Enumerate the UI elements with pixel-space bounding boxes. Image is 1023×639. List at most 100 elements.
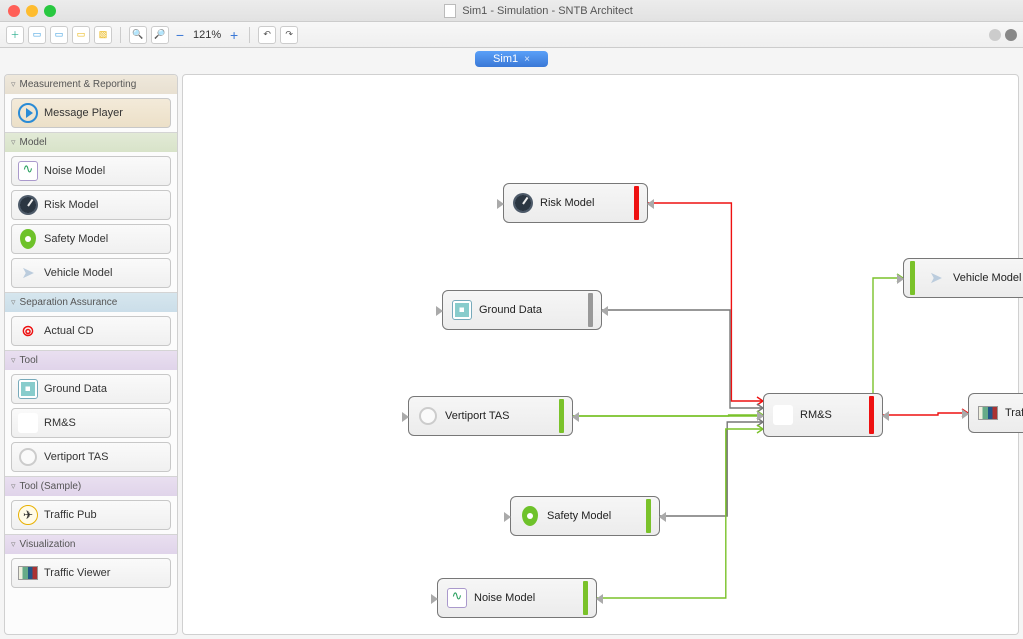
palette-category-header[interactable]: Model xyxy=(5,133,177,152)
wave-icon xyxy=(446,587,468,609)
canvas-node-noise[interactable]: Noise Model xyxy=(437,578,597,618)
canvas-node-rms[interactable]: RM&S xyxy=(763,393,883,437)
play-icon xyxy=(18,103,38,123)
toolbar-zoom-fit-button[interactable]: 🔍 xyxy=(129,26,147,44)
input-port[interactable] xyxy=(962,409,969,419)
connection[interactable] xyxy=(660,422,763,516)
wave-icon xyxy=(18,161,38,181)
tv-icon xyxy=(977,402,999,424)
zoom-level: 121% xyxy=(193,29,221,41)
tp-icon xyxy=(18,505,38,525)
output-port[interactable] xyxy=(572,412,579,422)
grid-icon xyxy=(451,299,473,321)
output-port[interactable] xyxy=(647,199,654,209)
apps-icon xyxy=(18,413,38,433)
palette-item[interactable]: RM&S xyxy=(11,408,171,438)
window-close-button[interactable] xyxy=(8,5,20,17)
output-port[interactable] xyxy=(659,512,666,522)
toolbar-open-button[interactable]: ▭ xyxy=(28,26,46,44)
node-label: Traffic Viewer xyxy=(1005,407,1023,419)
document-icon xyxy=(444,4,456,18)
toolbar-undo-button[interactable]: ↶ xyxy=(258,26,276,44)
input-port[interactable] xyxy=(504,512,511,522)
palette-item[interactable]: Message Player xyxy=(11,98,171,128)
palette-item[interactable]: Vertiport TAS xyxy=(11,442,171,472)
palette-item[interactable]: Safety Model xyxy=(11,224,171,254)
window-zoom-button[interactable] xyxy=(44,5,56,17)
palette-category-header[interactable]: Visualization xyxy=(5,535,177,554)
canvas-node-safety[interactable]: Safety Model xyxy=(510,496,660,536)
toolbar-save-all-button[interactable]: ▧ xyxy=(94,26,112,44)
canvas-node-vertiport[interactable]: Vertiport TAS xyxy=(408,396,573,436)
document-tab[interactable]: Sim1 × xyxy=(475,51,548,67)
input-port[interactable] xyxy=(757,411,764,421)
output-port[interactable] xyxy=(596,594,603,604)
palette-item-label: Vertiport TAS xyxy=(44,451,108,463)
canvas-node-traffic[interactable]: Traffic Viewer xyxy=(968,393,1023,433)
tool-palette: Measurement & Reporting Message Player Mod… xyxy=(4,74,178,635)
status-bar xyxy=(583,581,588,615)
diagram-canvas[interactable]: Risk Model➤Vehicle ModelGround DataVerti… xyxy=(182,74,1019,635)
palette-item[interactable]: Traffic Viewer xyxy=(11,558,171,588)
palette-item[interactable]: ➤ Vehicle Model xyxy=(11,258,171,288)
palette-item-label: Safety Model xyxy=(44,233,108,245)
paperplane-icon: ➤ xyxy=(18,263,38,283)
canvas-node-vehicle[interactable]: ➤Vehicle Model xyxy=(903,258,1023,298)
connection[interactable] xyxy=(573,415,763,416)
input-port[interactable] xyxy=(431,594,438,604)
palette-item-label: Vehicle Model xyxy=(44,267,113,279)
palette-item-label: Risk Model xyxy=(44,199,98,211)
palette-item[interactable]: Risk Model xyxy=(11,190,171,220)
node-label: Risk Model xyxy=(540,197,594,209)
tv-icon xyxy=(18,563,38,583)
toolbar-new-button[interactable]: ＋ xyxy=(6,26,24,44)
circle-icon xyxy=(417,405,439,427)
cd-icon: ⦾ xyxy=(18,321,38,341)
palette-item-label: Message Player xyxy=(44,107,123,119)
apps-icon xyxy=(772,404,794,426)
palette-category-header[interactable]: Tool xyxy=(5,351,177,370)
palette-item[interactable]: Noise Model xyxy=(11,156,171,186)
toolbar-zoom-out-button[interactable]: − xyxy=(173,27,187,43)
status-indicator-gray xyxy=(989,29,1001,41)
window-title: Sim1 - Simulation - SNTB Architect xyxy=(462,5,633,17)
node-label: RM&S xyxy=(800,409,832,421)
palette-item[interactable]: Traffic Pub xyxy=(11,500,171,530)
palette-item[interactable]: ⦾Actual CD xyxy=(11,316,171,346)
toolbar-open2-button[interactable]: ▭ xyxy=(50,26,68,44)
gauge-icon xyxy=(512,192,534,214)
palette-item[interactable]: Ground Data xyxy=(11,374,171,404)
node-label: Vertiport TAS xyxy=(445,410,509,422)
output-port[interactable] xyxy=(601,306,608,316)
node-label: Ground Data xyxy=(479,304,542,316)
node-label: Safety Model xyxy=(547,510,611,522)
palette-category-header[interactable]: Measurement & Reporting xyxy=(5,75,177,94)
palette-category-header[interactable]: Separation Assurance xyxy=(5,293,177,312)
input-port[interactable] xyxy=(497,199,504,209)
status-indicator-dark xyxy=(1005,29,1017,41)
canvas-node-risk[interactable]: Risk Model xyxy=(503,183,648,223)
input-port[interactable] xyxy=(436,306,443,316)
connection[interactable] xyxy=(883,413,968,415)
connection-layer xyxy=(183,75,1018,634)
close-icon[interactable]: × xyxy=(524,54,530,65)
pin-icon xyxy=(519,505,541,527)
status-bar xyxy=(634,186,639,220)
toolbar-zoom-in-button[interactable]: + xyxy=(227,27,241,43)
palette-item-label: Ground Data xyxy=(44,383,107,395)
document-tabstrip: Sim1 × xyxy=(0,48,1023,70)
toolbar-save-button[interactable]: ▭ xyxy=(72,26,90,44)
toolbar-separator xyxy=(120,27,121,43)
connection[interactable] xyxy=(602,310,763,408)
toolbar: ＋ ▭ ▭ ▭ ▧ 🔍 🔎 − 121% + ↶ ↷ xyxy=(0,22,1023,48)
output-port[interactable] xyxy=(882,411,889,421)
window-minimize-button[interactable] xyxy=(26,5,38,17)
palette-category-header[interactable]: Tool (Sample) xyxy=(5,477,177,496)
canvas-node-ground[interactable]: Ground Data xyxy=(442,290,602,330)
toolbar-zoom-actual-button[interactable]: 🔎 xyxy=(151,26,169,44)
input-port[interactable] xyxy=(402,412,409,422)
toolbar-redo-button[interactable]: ↷ xyxy=(280,26,298,44)
input-port[interactable] xyxy=(897,274,904,284)
connection[interactable] xyxy=(648,203,763,401)
status-bar xyxy=(869,396,874,434)
